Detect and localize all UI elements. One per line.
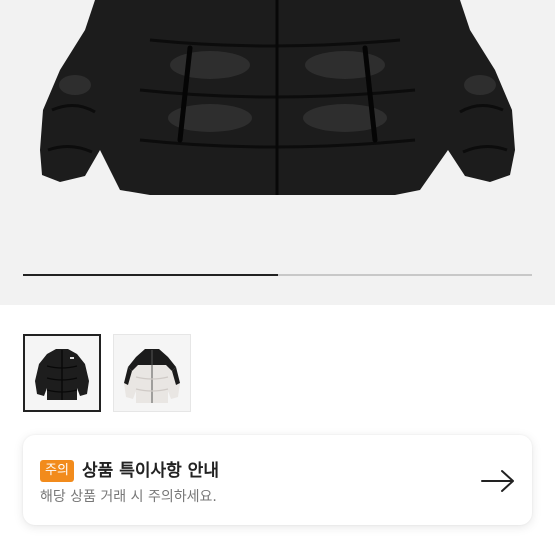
notice-description: 해당 상품 거래 시 주의하세요. bbox=[40, 489, 217, 505]
white-black-puffer-jacket-icon bbox=[124, 349, 180, 403]
thumbnail-2[interactable] bbox=[113, 334, 191, 412]
image-progress-track bbox=[23, 274, 532, 276]
arrow-right-icon[interactable] bbox=[480, 469, 516, 493]
notice-title: 상품 특이사항 안내 bbox=[82, 461, 219, 481]
caution-badge: 주의 bbox=[40, 460, 74, 482]
thumbnail-1[interactable] bbox=[23, 334, 101, 412]
thumbnail-strip bbox=[23, 334, 191, 412]
product-notice-card[interactable]: 주의 상품 특이사항 안내 해당 상품 거래 시 주의하세요. bbox=[23, 435, 532, 525]
product-main-image[interactable] bbox=[0, 0, 555, 305]
jacket-image bbox=[40, 0, 515, 195]
image-progress-indicator bbox=[23, 274, 278, 276]
black-puffer-jacket-icon bbox=[35, 349, 89, 400]
